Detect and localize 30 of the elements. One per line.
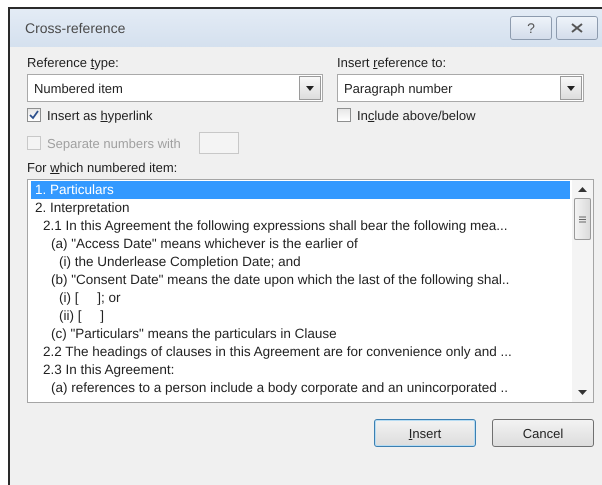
list-item[interactable]: 2. Interpretation bbox=[31, 199, 570, 217]
field-label: Reference type: bbox=[27, 54, 120, 72]
list-item[interactable]: (c) "Particulars" means the particulars in Clause bbox=[31, 325, 570, 343]
list-item[interactable]: (a) references to a person include a body corporate and an unincorporated .. bbox=[31, 379, 570, 397]
dialog-button[interactable]: Insert bbox=[374, 419, 476, 447]
scroll-up-icon[interactable] bbox=[578, 187, 587, 192]
checkbox[interactable]: Include above/below bbox=[337, 102, 476, 128]
help-button[interactable]: ? bbox=[510, 16, 552, 40]
close-icon bbox=[571, 23, 583, 33]
insert-reference-dropdown[interactable]: Paragraph number bbox=[337, 74, 584, 102]
grip-icon bbox=[579, 216, 586, 222]
input-field[interactable] bbox=[198, 132, 239, 154]
list-item[interactable]: 2.1 In this Agreement the following expressions shall bear the following mea... bbox=[31, 217, 570, 235]
checkbox[interactable]: Insert as hyperlink bbox=[27, 102, 323, 128]
list-item[interactable]: 2.3 In this Agreement: bbox=[31, 361, 570, 379]
scrollbar[interactable] bbox=[572, 180, 593, 402]
scroll-down-icon[interactable] bbox=[578, 390, 587, 395]
list-item[interactable]: (i) the Underlease Completion Date; and bbox=[31, 253, 570, 271]
checkmark-icon bbox=[29, 110, 39, 120]
list-item[interactable]: (i) [ ]; or bbox=[31, 289, 570, 307]
close-button[interactable] bbox=[556, 16, 598, 40]
list-label: For which numbered item: bbox=[27, 159, 178, 177]
list-item[interactable]: (b) "Consent Date" means the date upon which the last of the following shal.. bbox=[31, 271, 570, 289]
list-item[interactable]: (a) "Access Date" means whichever is the earlier of bbox=[31, 235, 570, 253]
window-title: Cross-reference bbox=[25, 20, 126, 36]
list-item[interactable]: 2.2 The headings of clauses in this Agreement are for convenience only and ... bbox=[31, 343, 570, 361]
field-label: Insert reference to: bbox=[337, 54, 448, 72]
list-item[interactable]: (ii) [ ] bbox=[31, 307, 570, 325]
reference-type-dropdown[interactable]: Numbered item bbox=[27, 74, 323, 102]
dialog-button[interactable]: Cancel bbox=[492, 419, 594, 447]
